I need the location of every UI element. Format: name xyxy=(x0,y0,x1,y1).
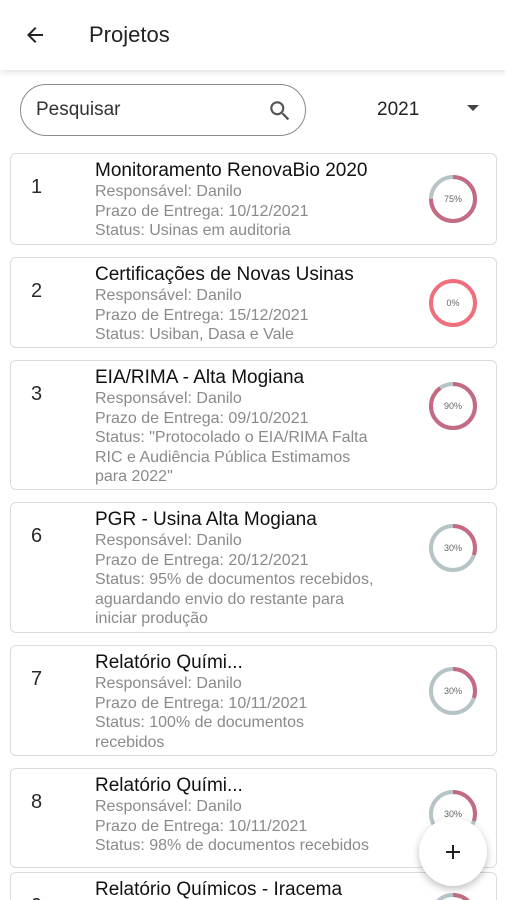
add-project-button[interactable] xyxy=(419,818,487,886)
project-card[interactable]: 9 Relatório Químicos - Iracema xyxy=(10,872,497,900)
project-deadline: Prazo de Entrega: 10/11/2021 xyxy=(95,694,308,712)
project-deadline: Prazo de Entrega: 20/12/2021 xyxy=(95,551,309,569)
project-number: 1 xyxy=(31,176,43,198)
project-number: 3 xyxy=(31,383,43,405)
project-number: 9 xyxy=(31,895,42,900)
search-icon[interactable] xyxy=(267,98,293,124)
progress-indicator xyxy=(427,891,479,900)
project-status: RIC e Audiência Pública Estimamos xyxy=(95,448,351,466)
project-title: Certificações de Novas Usinas xyxy=(95,264,354,285)
progress-indicator: 30% xyxy=(427,522,479,574)
project-card[interactable]: 3 EIA/RIMA - Alta Mogiana Responsável: Dan… xyxy=(10,360,497,490)
project-status: Status: 98% de documentos recebidos xyxy=(95,837,369,854)
project-card[interactable]: 2 Certificações de Novas Usinas Responsáve… xyxy=(10,257,497,348)
progress-label: 90% xyxy=(443,401,462,411)
page-title: Projetos xyxy=(89,22,170,47)
project-number: 8 xyxy=(31,791,43,813)
project-card[interactable]: 7 Relatório Quími... Responsável: Danilo Pr… xyxy=(10,645,497,756)
project-deadline: Prazo de Entrega: 10/12/2021 xyxy=(95,202,309,220)
project-title: EIA/RIMA - Alta Mogiana xyxy=(95,367,305,388)
project-title: Relatório Quími... xyxy=(95,775,243,796)
project-status: Status: Usinas em auditoria xyxy=(95,222,291,239)
project-status: para 2022" xyxy=(95,468,173,485)
project-status: iniciar produção xyxy=(95,610,208,627)
project-number: 7 xyxy=(31,668,43,690)
arrow-left-icon xyxy=(27,27,43,43)
project-status: Status: "Protocolado o EIA/RIMA Falta xyxy=(95,429,368,446)
project-responsible: Responsável: Danilo xyxy=(95,675,242,692)
project-details: Certificações de Novas Usinas Responsável… xyxy=(95,264,405,345)
progress-label: 30% xyxy=(443,686,462,696)
progress-indicator: 30% xyxy=(427,665,479,717)
project-details: Relatório Quími... Responsável: Danilo Pra… xyxy=(95,652,405,752)
project-title: Monitoramento RenovaBio 2020 xyxy=(95,160,368,181)
project-number: 6 xyxy=(31,525,43,547)
project-status: aguardando envio do restante para xyxy=(95,590,345,608)
project-status: Status: Usiban, Dasa e Vale xyxy=(95,326,294,343)
project-details: Relatório Químicos - Iracema xyxy=(95,879,405,900)
project-title: PGR - Usina Alta Mogiana xyxy=(95,509,317,530)
app-bar: Projetos xyxy=(0,0,506,70)
caret-down-icon xyxy=(467,105,479,111)
project-deadline: Prazo de Entrega: 10/11/2021 xyxy=(95,817,308,835)
search-box[interactable] xyxy=(20,84,306,136)
progress-label: 0% xyxy=(446,298,460,308)
project-status: recebidos xyxy=(95,733,165,751)
progress-indicator: 90% xyxy=(427,380,479,432)
project-responsible: Responsável: Danilo xyxy=(95,183,242,200)
project-details: PGR - Usina Alta Mogiana Responsável: Dan… xyxy=(95,509,405,629)
project-title: Relatório Químicos - Iracema xyxy=(95,879,343,900)
year-value: 2021 xyxy=(377,99,420,120)
project-card[interactable]: 6 PGR - Usina Alta Mogiana Responsável: Da… xyxy=(10,502,497,633)
search-input[interactable] xyxy=(36,99,256,121)
project-details: Relatório Quími... Responsável: Danilo Pra… xyxy=(95,775,405,856)
filter-row: 2021 xyxy=(0,84,506,136)
project-responsible: Responsável: Danilo xyxy=(95,798,242,815)
year-dropdown[interactable]: 2021 xyxy=(360,94,490,126)
project-responsible: Responsável: Danilo xyxy=(95,390,242,407)
project-number: 2 xyxy=(31,280,43,302)
project-title: Relatório Quími... xyxy=(95,652,243,673)
project-responsible: Responsável: Danilo xyxy=(95,532,242,549)
project-card[interactable]: 1 Monitoramento RenovaBio 2020 Responsável… xyxy=(10,153,497,245)
project-deadline: Prazo de Entrega: 09/10/2021 xyxy=(95,409,309,427)
back-button[interactable] xyxy=(13,13,57,57)
progress-indicator: 0% xyxy=(427,277,479,329)
progress-label xyxy=(427,891,479,900)
progress-label: 30% xyxy=(443,543,462,553)
project-status: Status: 95% de documentos recebidos, xyxy=(95,571,374,588)
plus-icon xyxy=(446,845,460,859)
project-details: Monitoramento RenovaBio 2020 Responsável:… xyxy=(95,160,405,241)
project-details: EIA/RIMA - Alta Mogiana Responsável: Dani… xyxy=(95,367,405,487)
project-responsible: Responsável: Danilo xyxy=(95,287,242,304)
progress-label: 75% xyxy=(443,194,462,204)
project-deadline: Prazo de Entrega: 15/12/2021 xyxy=(95,306,309,324)
progress-indicator: 75% xyxy=(427,173,479,225)
project-status: Status: 100% de documentos xyxy=(95,714,305,731)
